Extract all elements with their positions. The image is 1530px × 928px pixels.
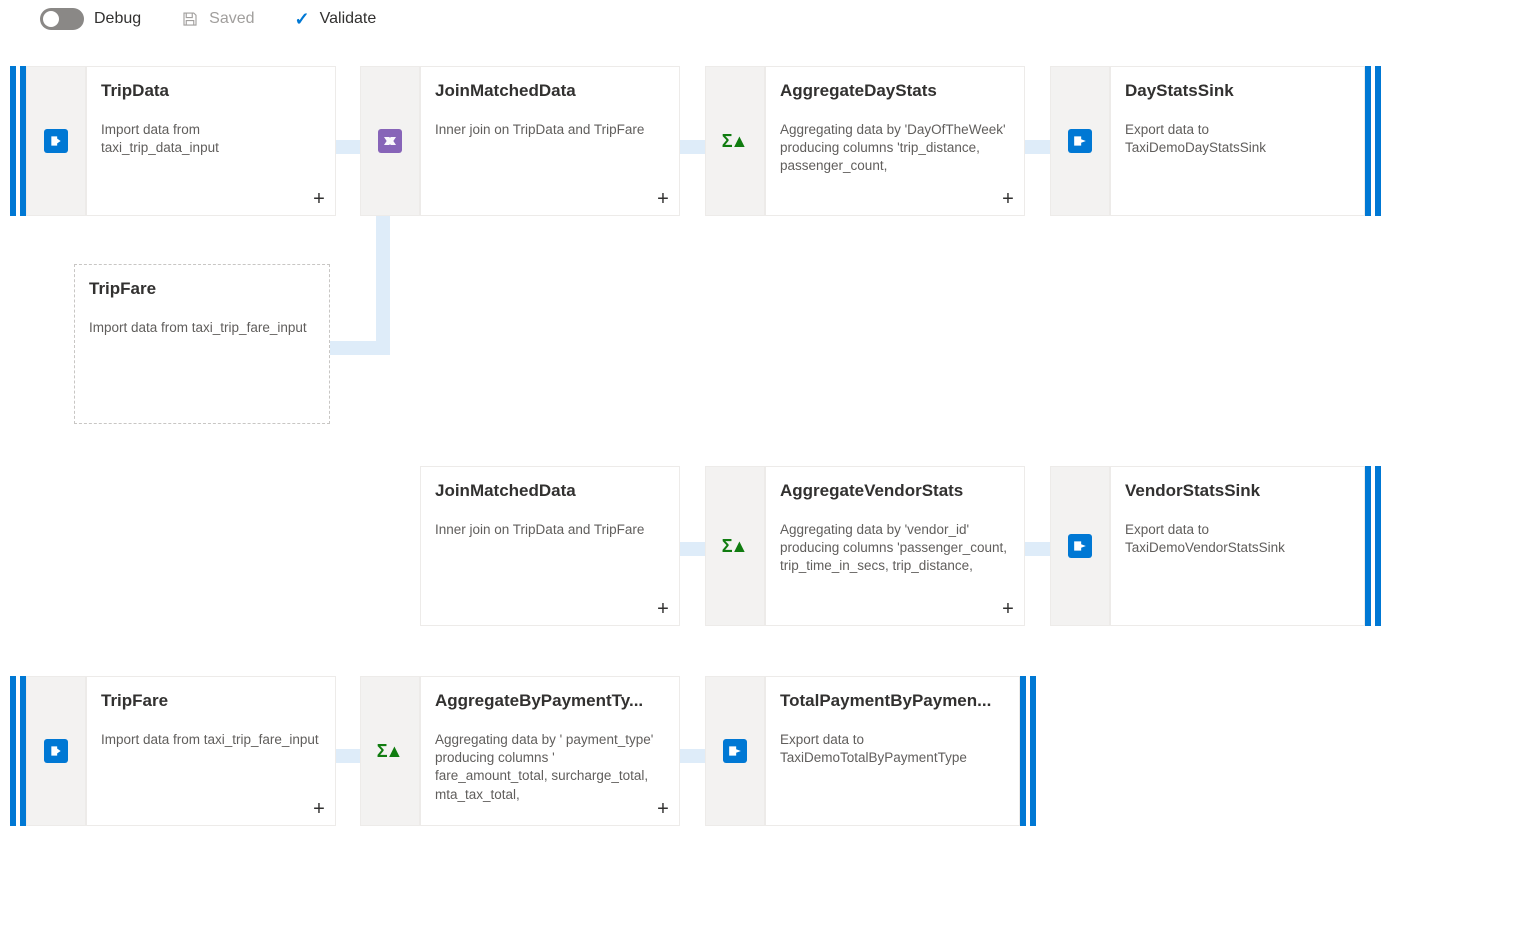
node-desc: Inner join on TripData and TripFare [435,521,665,539]
node-body: AggregateDayStats Aggregating data by 'D… [765,66,1025,216]
aggregate-icon: Σ▲ [378,739,402,763]
node-icon-col [26,676,86,826]
sink-icon [723,739,747,763]
node-desc: Export data to TaxiDemoTotalByPaymentTyp… [780,731,1005,767]
arrow-out [1024,67,1025,215]
saved-label: Saved [209,10,254,28]
debug-toggle-group: Debug [40,8,141,30]
node-day-sink[interactable]: DayStatsSink Export data to TaxiDemoDayS… [1050,66,1381,216]
node-desc: Aggregating data by 'vendor_id' producin… [780,521,1010,576]
node-body: DayStatsSink Export data to TaxiDemoDayS… [1110,66,1365,216]
source-icon [44,739,68,763]
node-icon-col: Σ▲ [705,466,765,626]
node-body: VendorStatsSink Export data to TaxiDemoV… [1110,466,1365,626]
node-desc: Export data to TaxiDemoVendorStatsSink [1125,521,1350,557]
add-branch-button[interactable]: + [309,189,329,209]
node-icon-col [1050,66,1110,216]
node-body: AggregateVendorStats Aggregating data by… [765,466,1025,626]
toggle-knob [43,11,59,27]
node-icon-col [360,66,420,216]
arrow-out [679,467,680,625]
node-agg-day[interactable]: Σ▲ AggregateDayStats Aggregating data by… [705,66,1025,216]
node-vendor-sink[interactable]: VendorStatsSink Export data to TaxiDemoV… [1050,466,1381,626]
node-agg-payment[interactable]: Σ▲ AggregateByPaymentTy... Aggregating d… [360,676,680,826]
node-desc: Import data from taxi_trip_fare_input [101,731,321,749]
add-branch-button[interactable]: + [653,189,673,209]
node-join-1[interactable]: JoinMatchedData Inner join on TripData a… [360,66,680,216]
node-trip-fare-src[interactable]: TripFare Import data from taxi_trip_fare… [10,676,336,826]
node-desc: Inner join on TripData and TripFare [435,121,665,139]
node-title: TripFare [89,279,315,299]
validate-label: Validate [320,10,377,28]
node-end-bar [1030,676,1036,826]
node-icon-col [26,66,86,216]
add-branch-button[interactable]: + [653,599,673,619]
node-title: JoinMatchedData [435,481,665,501]
debug-label: Debug [94,10,141,28]
node-body: TripData Import data from taxi_trip_data… [86,66,336,216]
node-icon-col [705,676,765,826]
check-icon: ✓ [295,9,310,30]
node-title: DayStatsSink [1125,81,1350,101]
node-desc: Import data from taxi_trip_data_input [101,121,321,157]
node-trip-fare-ghost[interactable]: TripFare Import data from taxi_trip_fare… [74,264,330,424]
node-desc: Export data to TaxiDemoDayStatsSink [1125,121,1350,157]
node-body: TripFare Import data from taxi_trip_fare… [86,676,336,826]
node-title: JoinMatchedData [435,81,665,101]
node-desc: Aggregating data by 'DayOfTheWeek' produ… [780,121,1010,176]
join-icon [378,129,402,153]
node-trip-data[interactable]: TripData Import data from taxi_trip_data… [10,66,336,216]
sink-icon [1068,534,1092,558]
node-payment-sink[interactable]: TotalPaymentByPaymen... Export data to T… [705,676,1036,826]
source-icon [44,129,68,153]
node-join-2[interactable]: JoinMatchedData Inner join on TripData a… [420,466,680,626]
arrow-out [679,67,680,215]
node-agg-vendor[interactable]: Σ▲ AggregateVendorStats Aggregating data… [705,466,1025,626]
sink-icon [1068,129,1092,153]
arrow-out [1024,467,1025,625]
save-icon [181,10,199,28]
node-title: AggregateVendorStats [780,481,1010,501]
node-title: VendorStatsSink [1125,481,1350,501]
node-end-bar [1375,66,1381,216]
node-title: TotalPaymentByPaymen... [780,691,1005,711]
validate-button[interactable]: ✓ Validate [295,9,377,30]
add-branch-button[interactable]: + [653,799,673,819]
node-desc: Import data from taxi_trip_fare_input [89,319,315,337]
arrow-out [335,67,336,215]
node-title: AggregateDayStats [780,81,1010,101]
node-body: TripFare Import data from taxi_trip_fare… [74,264,330,424]
debug-toggle[interactable] [40,8,84,30]
saved-indicator: Saved [181,10,254,28]
node-body: JoinMatchedData Inner join on TripData a… [420,66,680,216]
node-body: TotalPaymentByPaymen... Export data to T… [765,676,1020,826]
arrow-out [335,677,336,825]
toolbar: Debug Saved ✓ Validate [0,0,1530,46]
aggregate-icon: Σ▲ [723,129,747,153]
node-icon-col [1050,466,1110,626]
node-icon-col: Σ▲ [360,676,420,826]
add-branch-button[interactable]: + [998,599,1018,619]
node-title: TripFare [101,691,321,711]
node-title: AggregateByPaymentTy... [435,691,665,711]
arrow-out [329,265,330,423]
node-icon-col: Σ▲ [705,66,765,216]
add-branch-button[interactable]: + [998,189,1018,209]
dataflow-canvas[interactable]: TripData Import data from taxi_trip_data… [0,46,1530,906]
aggregate-icon: Σ▲ [723,534,747,558]
connector [330,341,390,355]
node-body: JoinMatchedData Inner join on TripData a… [420,466,680,626]
node-desc: Aggregating data by ' payment_type' prod… [435,731,665,804]
add-branch-button[interactable]: + [309,799,329,819]
node-end-bar [1375,466,1381,626]
node-body: AggregateByPaymentTy... Aggregating data… [420,676,680,826]
arrow-out [679,677,680,825]
node-title: TripData [101,81,321,101]
